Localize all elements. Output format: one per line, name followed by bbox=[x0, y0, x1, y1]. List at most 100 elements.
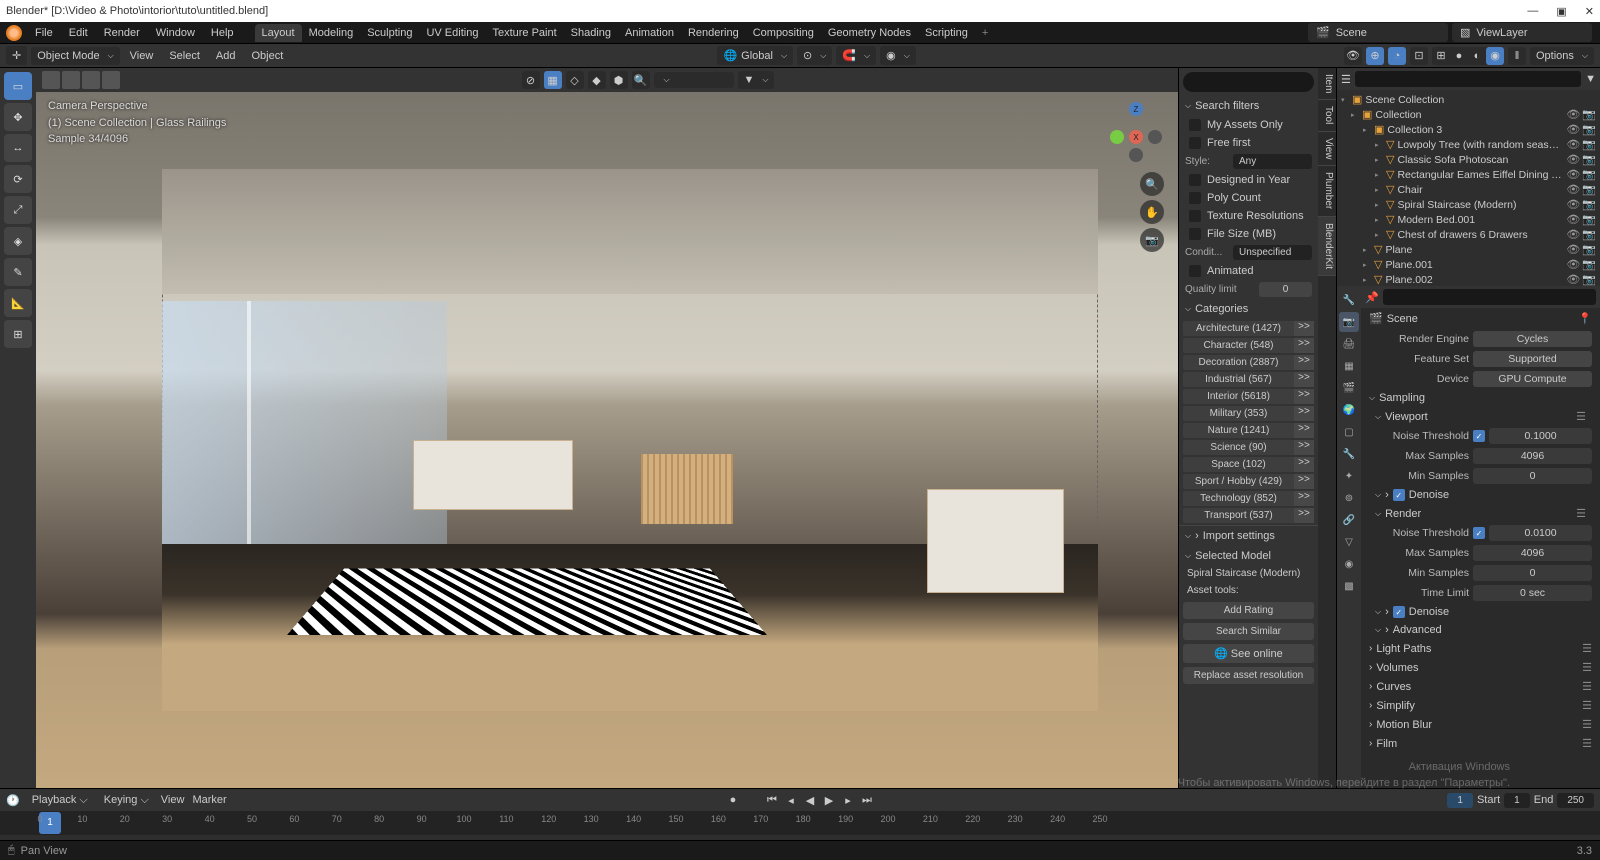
viewlayer-selector[interactable]: ▧ ViewLayer bbox=[1452, 23, 1592, 42]
pin-icon[interactable]: 📍 bbox=[1578, 312, 1592, 325]
vp-noise-check[interactable] bbox=[1473, 430, 1485, 442]
props-section-light-paths[interactable]: Light Paths☰ bbox=[1361, 639, 1600, 658]
current-frame[interactable]: 1 bbox=[1447, 793, 1473, 808]
jump-start[interactable]: ⏮ bbox=[764, 792, 780, 808]
props-tab-particle[interactable]: ✦ bbox=[1339, 466, 1359, 486]
shading-solid[interactable]: ● bbox=[1450, 47, 1468, 65]
tl-marker[interactable]: Marker bbox=[192, 794, 226, 806]
search-similar-button[interactable]: Search Similar bbox=[1183, 623, 1314, 640]
nav-gizmo[interactable]: Z X bbox=[1108, 102, 1164, 158]
workspace-tab-geometry-nodes[interactable]: Geometry Nodes bbox=[821, 24, 918, 42]
overlay-toggle[interactable]: ◔ bbox=[1388, 47, 1406, 65]
workspace-tab-layout[interactable]: Layout bbox=[255, 24, 302, 42]
next-key[interactable]: ▸ bbox=[840, 792, 856, 808]
props-tab-world[interactable]: 🌍 bbox=[1339, 400, 1359, 420]
props-section-simplify[interactable]: Simplify☰ bbox=[1361, 696, 1600, 715]
snap-select[interactable]: 🧲 bbox=[836, 46, 876, 65]
vp-noise-input[interactable]: 0.1000 bbox=[1489, 428, 1592, 444]
r-min-samples[interactable]: 0 bbox=[1473, 565, 1592, 581]
feature-set-select[interactable]: Supported bbox=[1473, 351, 1592, 367]
r-max-samples[interactable]: 4096 bbox=[1473, 545, 1592, 561]
tool-select-box[interactable]: ▭ bbox=[4, 72, 32, 100]
tool-measure[interactable]: 📐 bbox=[4, 289, 32, 317]
props-tab-material[interactable]: ◉ bbox=[1339, 554, 1359, 574]
gizmo-toggle[interactable]: ⊕ bbox=[1366, 47, 1384, 65]
vp-snap2[interactable]: ▦ bbox=[544, 71, 562, 89]
vp-search[interactable]: 🔍 bbox=[632, 71, 650, 89]
scene-selector[interactable]: 🎬 Scene bbox=[1308, 23, 1448, 42]
menu-render[interactable]: Render bbox=[97, 24, 147, 42]
timeline-ruler[interactable]: 1 01020304050607080901001101201301401501… bbox=[0, 811, 1600, 835]
render-sampling-header[interactable]: Render☰ bbox=[1361, 504, 1600, 523]
side-tab-plumber[interactable]: Plumber bbox=[1318, 166, 1336, 216]
selected-model-header[interactable]: Selected Model bbox=[1179, 546, 1318, 566]
r-time-limit[interactable]: 0 sec bbox=[1473, 585, 1592, 601]
workspace-tab-animation[interactable]: Animation bbox=[618, 24, 681, 42]
workspace-tab-compositing[interactable]: Compositing bbox=[746, 24, 821, 42]
autokey-icon[interactable]: ● bbox=[725, 792, 741, 808]
pivot-select[interactable]: ⊙ bbox=[797, 46, 832, 65]
quality-input[interactable]: 0 bbox=[1259, 282, 1312, 297]
device-select[interactable]: GPU Compute bbox=[1473, 371, 1592, 387]
workspace-tab-texture-paint[interactable]: Texture Paint bbox=[485, 24, 563, 42]
vp-snap5[interactable]: ⬢ bbox=[610, 71, 628, 89]
workspace-tab-uv-editing[interactable]: UV Editing bbox=[419, 24, 485, 42]
zoom-icon[interactable]: 🔍 bbox=[1140, 172, 1164, 196]
xray-toggle[interactable]: ⊡ bbox=[1410, 47, 1428, 65]
outliner-search[interactable] bbox=[1355, 71, 1581, 87]
minimize-button[interactable]: — bbox=[1527, 5, 1538, 18]
axis-neg-x[interactable] bbox=[1110, 130, 1124, 144]
add-workspace-button[interactable]: + bbox=[975, 24, 995, 42]
add-rating-button[interactable]: Add Rating bbox=[1183, 602, 1314, 619]
start-frame[interactable]: 1 bbox=[1504, 793, 1530, 808]
side-tab-blenderkit[interactable]: BlenderKit bbox=[1318, 217, 1336, 276]
hdr-add[interactable]: Add bbox=[210, 50, 242, 62]
props-section-volumes[interactable]: Volumes☰ bbox=[1361, 658, 1600, 677]
shading-wire[interactable]: ⊞ bbox=[1432, 47, 1450, 65]
search-filters-header[interactable]: Search filters bbox=[1179, 96, 1318, 116]
vp-min-samples[interactable]: 0 bbox=[1473, 468, 1592, 484]
props-tab-object[interactable]: ▢ bbox=[1339, 422, 1359, 442]
hdr-object[interactable]: Object bbox=[245, 50, 289, 62]
shading-rendered[interactable]: ◉ bbox=[1486, 47, 1504, 65]
axis-y[interactable] bbox=[1148, 130, 1162, 144]
props-tab-viewlayer[interactable]: ▦ bbox=[1339, 356, 1359, 376]
side-tab-tool[interactable]: Tool bbox=[1318, 100, 1336, 131]
sel-render-toggle[interactable] bbox=[82, 71, 100, 89]
props-section-motion-blur[interactable]: Motion Blur☰ bbox=[1361, 715, 1600, 734]
play-fwd[interactable]: ▶ bbox=[821, 792, 837, 808]
tl-editor-type[interactable]: 🕐 bbox=[6, 794, 20, 807]
outliner-filter-icon[interactable]: ▼ bbox=[1585, 73, 1596, 85]
replace-resolution-button[interactable]: Replace asset resolution bbox=[1183, 667, 1314, 684]
workspace-tab-modeling[interactable]: Modeling bbox=[302, 24, 361, 42]
prev-key[interactable]: ◂ bbox=[783, 792, 799, 808]
pan-icon[interactable]: ✋ bbox=[1140, 200, 1164, 224]
see-online-button[interactable]: 🌐 See online bbox=[1183, 644, 1314, 663]
tool-rotate[interactable]: ⟳ bbox=[4, 165, 32, 193]
import-settings-header[interactable]: › Import settings bbox=[1179, 525, 1318, 546]
play-rev[interactable]: ◀ bbox=[802, 792, 818, 808]
viewport-sampling-header[interactable]: Viewport☰ bbox=[1361, 407, 1600, 426]
close-button[interactable]: ✕ bbox=[1585, 5, 1594, 18]
vp-snap1[interactable]: ⊘ bbox=[522, 71, 540, 89]
sel-extra-toggle[interactable] bbox=[102, 71, 120, 89]
props-tab-texture[interactable]: ▩ bbox=[1339, 576, 1359, 596]
workspace-tab-rendering[interactable]: Rendering bbox=[681, 24, 746, 42]
render-pause[interactable]: ‖ bbox=[1508, 47, 1526, 65]
vp-display-dd[interactable] bbox=[654, 72, 734, 88]
jump-end[interactable]: ⏭ bbox=[859, 792, 875, 808]
visibility-toggle[interactable]: 👁 bbox=[1344, 47, 1362, 65]
side-tab-view[interactable]: View bbox=[1318, 132, 1336, 167]
props-tab-physics[interactable]: ⊚ bbox=[1339, 488, 1359, 508]
vp-max-samples[interactable]: 4096 bbox=[1473, 448, 1592, 464]
r-noise-input[interactable]: 0.0100 bbox=[1489, 525, 1592, 541]
tool-scale[interactable]: ⤢ bbox=[4, 196, 32, 224]
workspace-tab-scripting[interactable]: Scripting bbox=[918, 24, 975, 42]
menu-help[interactable]: Help bbox=[204, 24, 241, 42]
axis-neg-z[interactable] bbox=[1129, 148, 1143, 162]
props-tab-modifier[interactable]: 🔧 bbox=[1339, 444, 1359, 464]
props-tab-tool[interactable]: 🔧 bbox=[1339, 290, 1359, 310]
r-noise-check[interactable] bbox=[1473, 527, 1485, 539]
axis-x[interactable]: X bbox=[1129, 130, 1143, 144]
tool-move[interactable]: ↔ bbox=[4, 134, 32, 162]
